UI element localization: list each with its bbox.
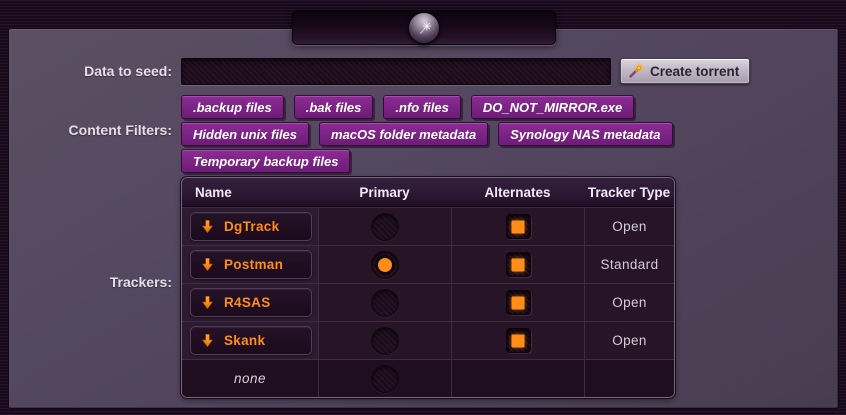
tracker-row-none: none [182, 359, 674, 397]
trackers-table: Name Primary Alternates Tracker Type DgT… [181, 177, 675, 398]
tracker-type-value: Open [612, 219, 647, 234]
trackers-table-header: Name Primary Alternates Tracker Type [182, 178, 674, 207]
alternates-checkbox[interactable] [506, 252, 531, 277]
magic-wand-icon [628, 63, 644, 79]
top-tab-bar [292, 10, 556, 45]
tracker-name-label: Postman [224, 257, 283, 272]
create-torrent-label: Create torrent [650, 64, 739, 79]
tracker-type-value: Standard [601, 257, 659, 272]
tracker-name-label: R4SAS [224, 295, 271, 310]
primary-radio[interactable] [371, 365, 399, 393]
filter-chip[interactable]: .nfo files [383, 95, 460, 119]
primary-radio[interactable] [371, 213, 399, 241]
create-torrent-button[interactable]: Create torrent [620, 58, 750, 84]
column-header-name: Name [182, 185, 318, 200]
tracker-name-button[interactable]: DgTrack [190, 212, 312, 241]
chip-row: Temporary backup files [181, 149, 681, 173]
wand-sparkle-icon [417, 21, 432, 36]
tracker-none-label: none [234, 371, 266, 386]
tracker-name-button[interactable]: Postman [190, 250, 312, 279]
tracker-name-label: Skank [224, 333, 265, 348]
column-header-alternates: Alternates [451, 185, 584, 200]
filter-chip[interactable]: Hidden unix files [181, 122, 309, 146]
data-to-seed-input[interactable] [181, 58, 611, 85]
filter-chip[interactable]: .bak files [294, 95, 374, 119]
filter-chip[interactable]: Synology NAS metadata [498, 122, 672, 146]
primary-radio[interactable] [371, 251, 399, 279]
alternates-checkbox[interactable] [506, 214, 531, 239]
content-filters-label: Content Filters: [0, 122, 172, 138]
tracker-name-button[interactable]: R4SAS [190, 288, 312, 317]
wand-knob-button[interactable] [408, 12, 440, 44]
down-arrow-icon [200, 333, 215, 348]
data-to-seed-label: Data to seed: [0, 63, 172, 79]
alternates-checkbox[interactable] [506, 328, 531, 353]
down-arrow-icon [200, 219, 215, 234]
tracker-row: Skank Open [182, 321, 674, 359]
primary-radio[interactable] [371, 327, 399, 355]
trackers-label: Trackers: [0, 274, 172, 290]
alternates-checkbox[interactable] [506, 290, 531, 315]
content-filter-chips: .backup files .bak files .nfo files DO_N… [181, 95, 681, 173]
down-arrow-icon [200, 257, 215, 272]
chip-row: Hidden unix files macOS folder metadata … [181, 122, 681, 146]
filter-chip[interactable]: macOS folder metadata [319, 122, 488, 146]
down-arrow-icon [200, 295, 215, 310]
primary-radio[interactable] [371, 289, 399, 317]
tracker-type-value: Open [612, 295, 647, 310]
tracker-name-label: DgTrack [224, 219, 279, 234]
column-header-tracker-type: Tracker Type [584, 185, 674, 200]
tracker-type-value: Open [612, 333, 647, 348]
filter-chip[interactable]: Temporary backup files [181, 149, 350, 173]
tracker-row: R4SAS Open [182, 283, 674, 321]
tracker-row: DgTrack Open [182, 207, 674, 245]
filter-chip[interactable]: .backup files [181, 95, 284, 119]
tracker-row: Postman Standard [182, 245, 674, 283]
chip-row: .backup files .bak files .nfo files DO_N… [181, 95, 681, 119]
column-header-primary: Primary [318, 185, 451, 200]
filter-chip[interactable]: DO_NOT_MIRROR.exe [471, 95, 634, 119]
tracker-name-button[interactable]: Skank [190, 326, 312, 355]
